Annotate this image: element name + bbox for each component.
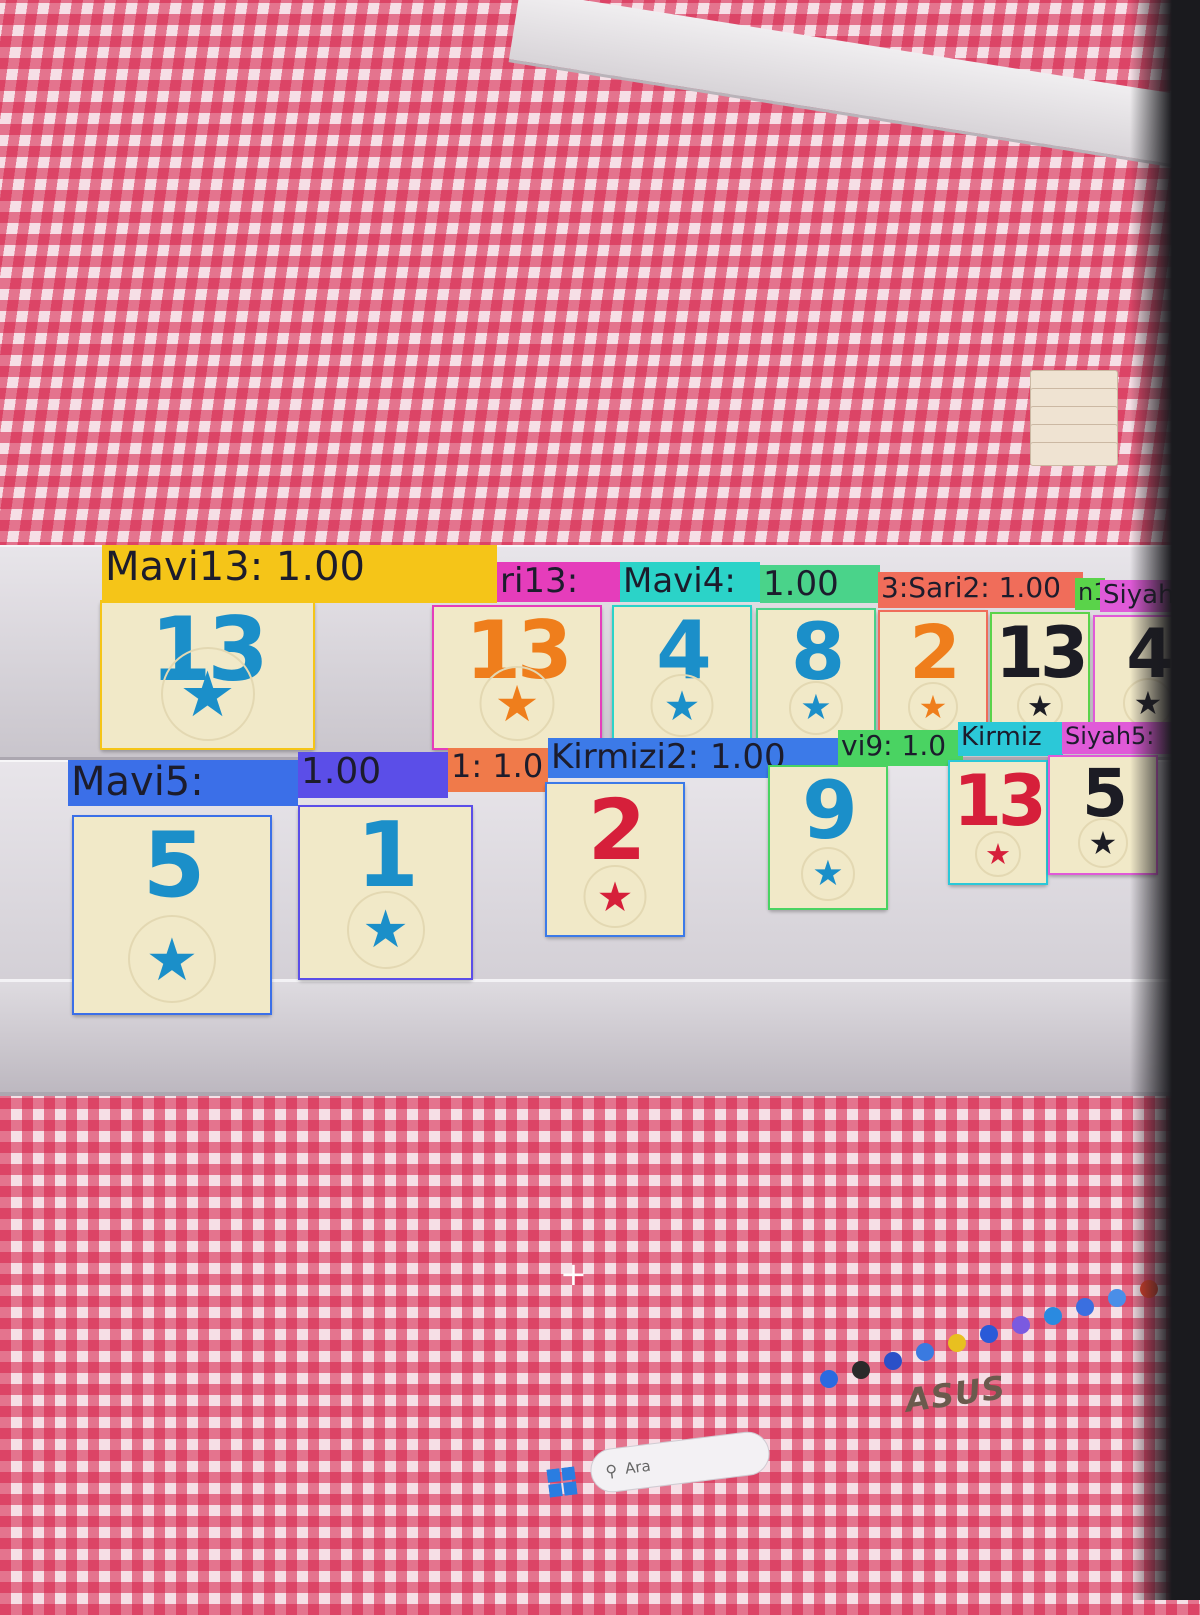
app-icon[interactable]: [1012, 1316, 1030, 1334]
search-placeholder: Ara: [624, 1456, 652, 1478]
star-icon: ★: [596, 872, 634, 921]
okey-tile[interactable]: 8 ★: [756, 608, 876, 743]
star-icon: ★: [800, 688, 832, 728]
detection-label: 3:Sari2: 1.00: [878, 572, 1083, 608]
okey-tile[interactable]: 2 ★: [878, 610, 988, 740]
okey-tile[interactable]: 13 ★: [100, 600, 315, 750]
star-icon: ★: [1027, 689, 1053, 723]
star-icon: ★: [985, 837, 1011, 871]
crosshair-cursor-icon: +: [560, 1255, 587, 1293]
tile-number: 5: [142, 813, 206, 918]
windows-start-icon[interactable]: [546, 1466, 578, 1498]
okey-tile[interactable]: 4★: [612, 605, 752, 745]
star-icon: ★: [1088, 824, 1118, 862]
detection-label: 1.00: [760, 565, 880, 603]
okey-tile[interactable]: 2 ★: [545, 782, 685, 937]
detection-label: 1.00: [298, 752, 448, 798]
detection-label: Kirmiz: [958, 722, 1063, 756]
chrome-icon[interactable]: [1108, 1289, 1126, 1307]
detection-label: Mavi13: 1.00: [102, 545, 497, 603]
app-icon[interactable]: [820, 1370, 838, 1388]
explorer-icon[interactable]: [948, 1334, 966, 1352]
okey-tile[interactable]: 13 ★: [990, 612, 1090, 737]
tile-number: 2: [587, 781, 646, 879]
okey-tile[interactable]: 13 ★: [432, 605, 602, 750]
star-icon: ★: [494, 674, 540, 733]
store-icon[interactable]: [980, 1325, 998, 1343]
teams-icon[interactable]: [916, 1343, 934, 1361]
tile-number: 9: [802, 764, 858, 857]
detection-label: Mavi5:: [68, 760, 298, 806]
okey-tile[interactable]: 9 ★: [768, 765, 888, 910]
app-icon[interactable]: [852, 1361, 870, 1379]
star-icon: ★: [918, 688, 948, 726]
tile-number: 1: [356, 803, 419, 908]
app-icon[interactable]: [884, 1352, 902, 1370]
detection-label: vi9: 1.0: [838, 730, 963, 766]
star-icon: ★: [663, 681, 701, 730]
app-icon[interactable]: [1044, 1307, 1062, 1325]
tablecloth-bottom: [0, 1095, 1200, 1615]
detection-label: ri13:: [497, 562, 622, 602]
tile-number: 13: [953, 760, 1046, 842]
tile-number: 13: [995, 612, 1088, 694]
okey-tile[interactable]: 13 ★: [948, 760, 1048, 885]
detection-label: Mavi4:: [620, 562, 760, 602]
okey-tile[interactable]: 1 ★: [298, 805, 473, 980]
search-icon: ⚲: [604, 1460, 619, 1481]
tile-draw-pile[interactable]: [1030, 370, 1118, 480]
edge-icon[interactable]: [1076, 1298, 1094, 1316]
star-icon: ★: [145, 924, 199, 994]
tile-number: 2: [909, 610, 961, 696]
monitor-bezel: [1130, 0, 1200, 1600]
star-icon: ★: [362, 900, 409, 960]
star-icon: ★: [179, 657, 236, 731]
okey-tile[interactable]: 5 ★: [72, 815, 272, 1015]
star-icon: ★: [812, 854, 844, 894]
detection-label: 1: 1.0: [448, 748, 548, 792]
